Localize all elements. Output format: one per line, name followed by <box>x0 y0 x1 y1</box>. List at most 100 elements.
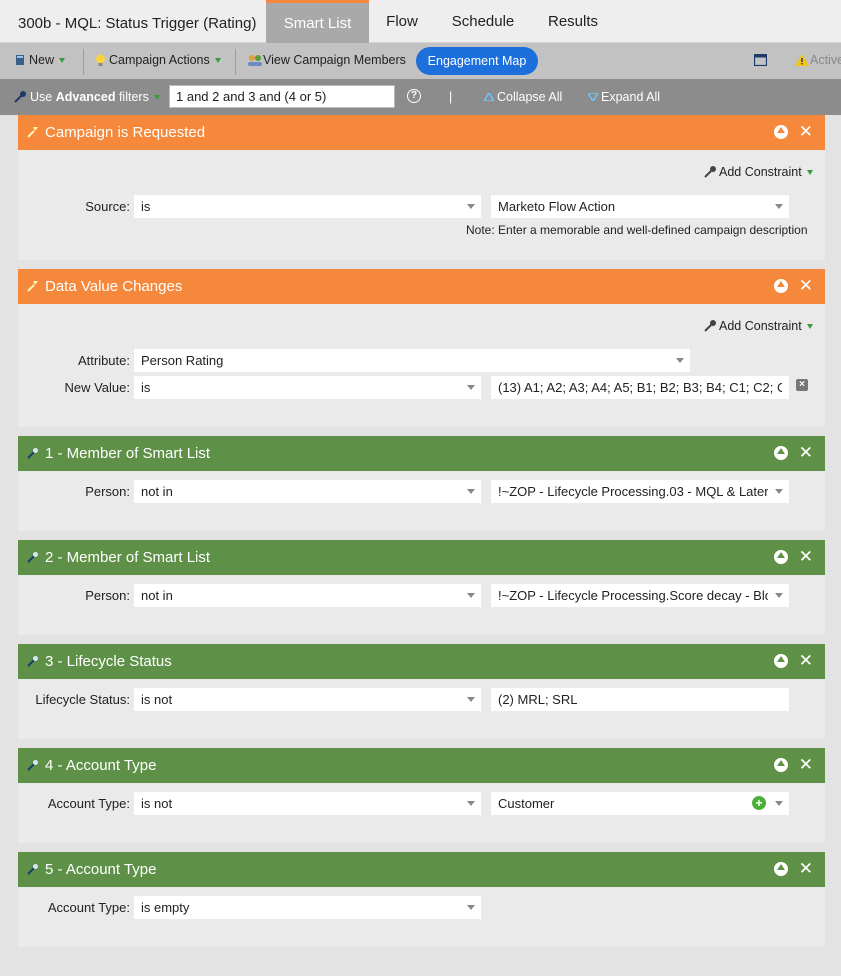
move-up-icon[interactable] <box>774 862 788 876</box>
filter-title: Data Value Changes <box>45 278 183 295</box>
add-constraint-button[interactable]: Add Constraint <box>703 165 813 179</box>
value-field[interactable]: (13) A1; A2; A3; A4; A5; B1; B2; B3; B4;… <box>491 376 789 399</box>
attribute-select[interactable]: Person Rating <box>134 349 690 372</box>
tab-flow[interactable]: Flow <box>375 0 429 43</box>
move-up-icon[interactable] <box>774 654 788 668</box>
filter-block-4: 4 - Account Type ✕ Account Type: is not … <box>18 748 825 843</box>
members-icon <box>248 54 262 66</box>
filter-wrench-icon <box>14 91 26 103</box>
operator-select[interactable]: is not <box>134 688 481 711</box>
chevron-down-icon <box>467 385 475 390</box>
filter-block-campaign-requested: Campaign is Requested ✕ Add Constraint S… <box>18 115 825 260</box>
value-select[interactable]: Marketo Flow Action <box>491 195 789 218</box>
close-icon[interactable]: ✕ <box>799 860 813 878</box>
campaign-note: Note: Enter a memorable and well-defined… <box>466 223 808 237</box>
expand-icon <box>588 93 598 101</box>
value-select[interactable]: !~ZOP - Lifecycle Processing.Score decay… <box>491 584 789 607</box>
chevron-down-icon <box>467 489 475 494</box>
chevron-down-icon <box>775 204 783 209</box>
move-up-icon[interactable] <box>774 550 788 564</box>
campaign-actions-button[interactable]: Campaign Actions <box>95 53 221 67</box>
value-select[interactable]: !~ZOP - Lifecycle Processing.03 - MQL & … <box>491 480 789 503</box>
close-icon[interactable]: ✕ <box>799 548 813 566</box>
filter-block-2: 2 - Member of Smart List ✕ Person: not i… <box>18 540 825 635</box>
warning-icon <box>795 54 809 66</box>
wrench-icon <box>704 320 716 332</box>
wrench-icon <box>704 166 716 178</box>
lightbulb-icon <box>96 54 105 66</box>
filter-header: 5 - Account Type ✕ <box>18 852 825 887</box>
chevron-down-icon <box>467 697 475 702</box>
filter-header: Campaign is Requested ✕ <box>18 115 825 150</box>
filter-header: 1 - Member of Smart List ✕ <box>18 436 825 471</box>
filter-header: 3 - Lifecycle Status ✕ <box>18 644 825 679</box>
use-advanced-filters-toggle[interactable]: Use Advanced filters <box>13 90 160 104</box>
operator-select[interactable]: not in <box>134 480 481 503</box>
active-label: Active <box>810 53 841 67</box>
toolbar-divider <box>83 49 84 75</box>
tab-schedule[interactable]: Schedule <box>446 0 520 43</box>
new-button[interactable]: New <box>15 53 66 67</box>
chevron-down-icon <box>467 905 475 910</box>
window-button[interactable] <box>754 54 767 66</box>
close-icon[interactable]: ✕ <box>799 652 813 670</box>
value-field[interactable]: (2) MRL; SRL <box>491 688 789 711</box>
toolbar-divider <box>235 49 236 75</box>
collapse-all-label: Collapse All <box>497 90 563 104</box>
chevron-down-icon <box>806 169 813 175</box>
filter-bar: Use Advanced filters ? | Collapse All Ex… <box>0 79 841 115</box>
close-icon[interactable]: ✕ <box>799 444 813 462</box>
field-label: New Value: <box>64 380 130 395</box>
filter-wrench-icon <box>27 656 38 667</box>
active-status: Active <box>795 53 841 67</box>
operator-select[interactable]: is empty <box>134 896 481 919</box>
tab-smart-list[interactable]: Smart List <box>266 0 369 43</box>
filter-title: 5 - Account Type <box>45 861 157 878</box>
collapse-all-button[interactable]: Collapse All <box>484 90 562 104</box>
campaign-actions-label: Campaign Actions <box>109 53 210 67</box>
field-label: Source: <box>85 199 130 214</box>
add-value-icon[interactable]: + <box>752 796 766 810</box>
value-select[interactable]: Customer <box>491 792 789 815</box>
move-up-icon[interactable] <box>774 125 788 139</box>
filter-title: 1 - Member of Smart List <box>45 445 211 462</box>
field-label: Person: <box>85 484 130 499</box>
filter-wrench-icon <box>27 552 38 563</box>
filter-logic-input[interactable] <box>169 85 395 108</box>
help-button[interactable]: ? <box>407 89 421 103</box>
trigger-icon <box>27 127 38 138</box>
chevron-down-icon <box>775 593 783 598</box>
filter-title: 3 - Lifecycle Status <box>45 653 172 670</box>
chevron-down-icon <box>214 57 221 63</box>
view-campaign-members-button[interactable]: View Campaign Members <box>247 53 406 67</box>
chevron-down-icon <box>467 204 475 209</box>
expand-all-button[interactable]: Expand All <box>588 90 660 104</box>
move-up-icon[interactable] <box>774 758 788 772</box>
tab-results[interactable]: Results <box>540 0 606 43</box>
close-icon[interactable]: ✕ <box>799 123 813 141</box>
operator-select[interactable]: is not <box>134 792 481 815</box>
new-label: New <box>29 53 55 67</box>
field-label: Account Type: <box>47 900 130 915</box>
use-label: Use <box>30 90 53 104</box>
filter-divider: | <box>449 90 453 104</box>
delete-value-icon[interactable]: × <box>796 379 808 391</box>
expand-all-label: Expand All <box>601 90 661 104</box>
close-icon[interactable]: ✕ <box>799 277 813 295</box>
operator-select[interactable]: is <box>134 195 481 218</box>
add-constraint-button[interactable]: Add Constraint <box>703 319 813 333</box>
chevron-down-icon <box>775 801 783 806</box>
advanced-label: Advanced <box>55 90 116 104</box>
engagement-map-button[interactable]: Engagement Map <box>416 47 538 75</box>
operator-select[interactable]: not in <box>134 584 481 607</box>
chevron-down-icon <box>775 489 783 494</box>
move-up-icon[interactable] <box>774 279 788 293</box>
move-up-icon[interactable] <box>774 446 788 460</box>
filter-wrench-icon <box>27 448 38 459</box>
new-icon <box>16 55 24 65</box>
chevron-down-icon <box>59 57 66 63</box>
filter-wrench-icon <box>27 760 38 771</box>
operator-select[interactable]: is <box>134 376 481 399</box>
close-icon[interactable]: ✕ <box>799 756 813 774</box>
chevron-down-icon <box>676 358 684 363</box>
